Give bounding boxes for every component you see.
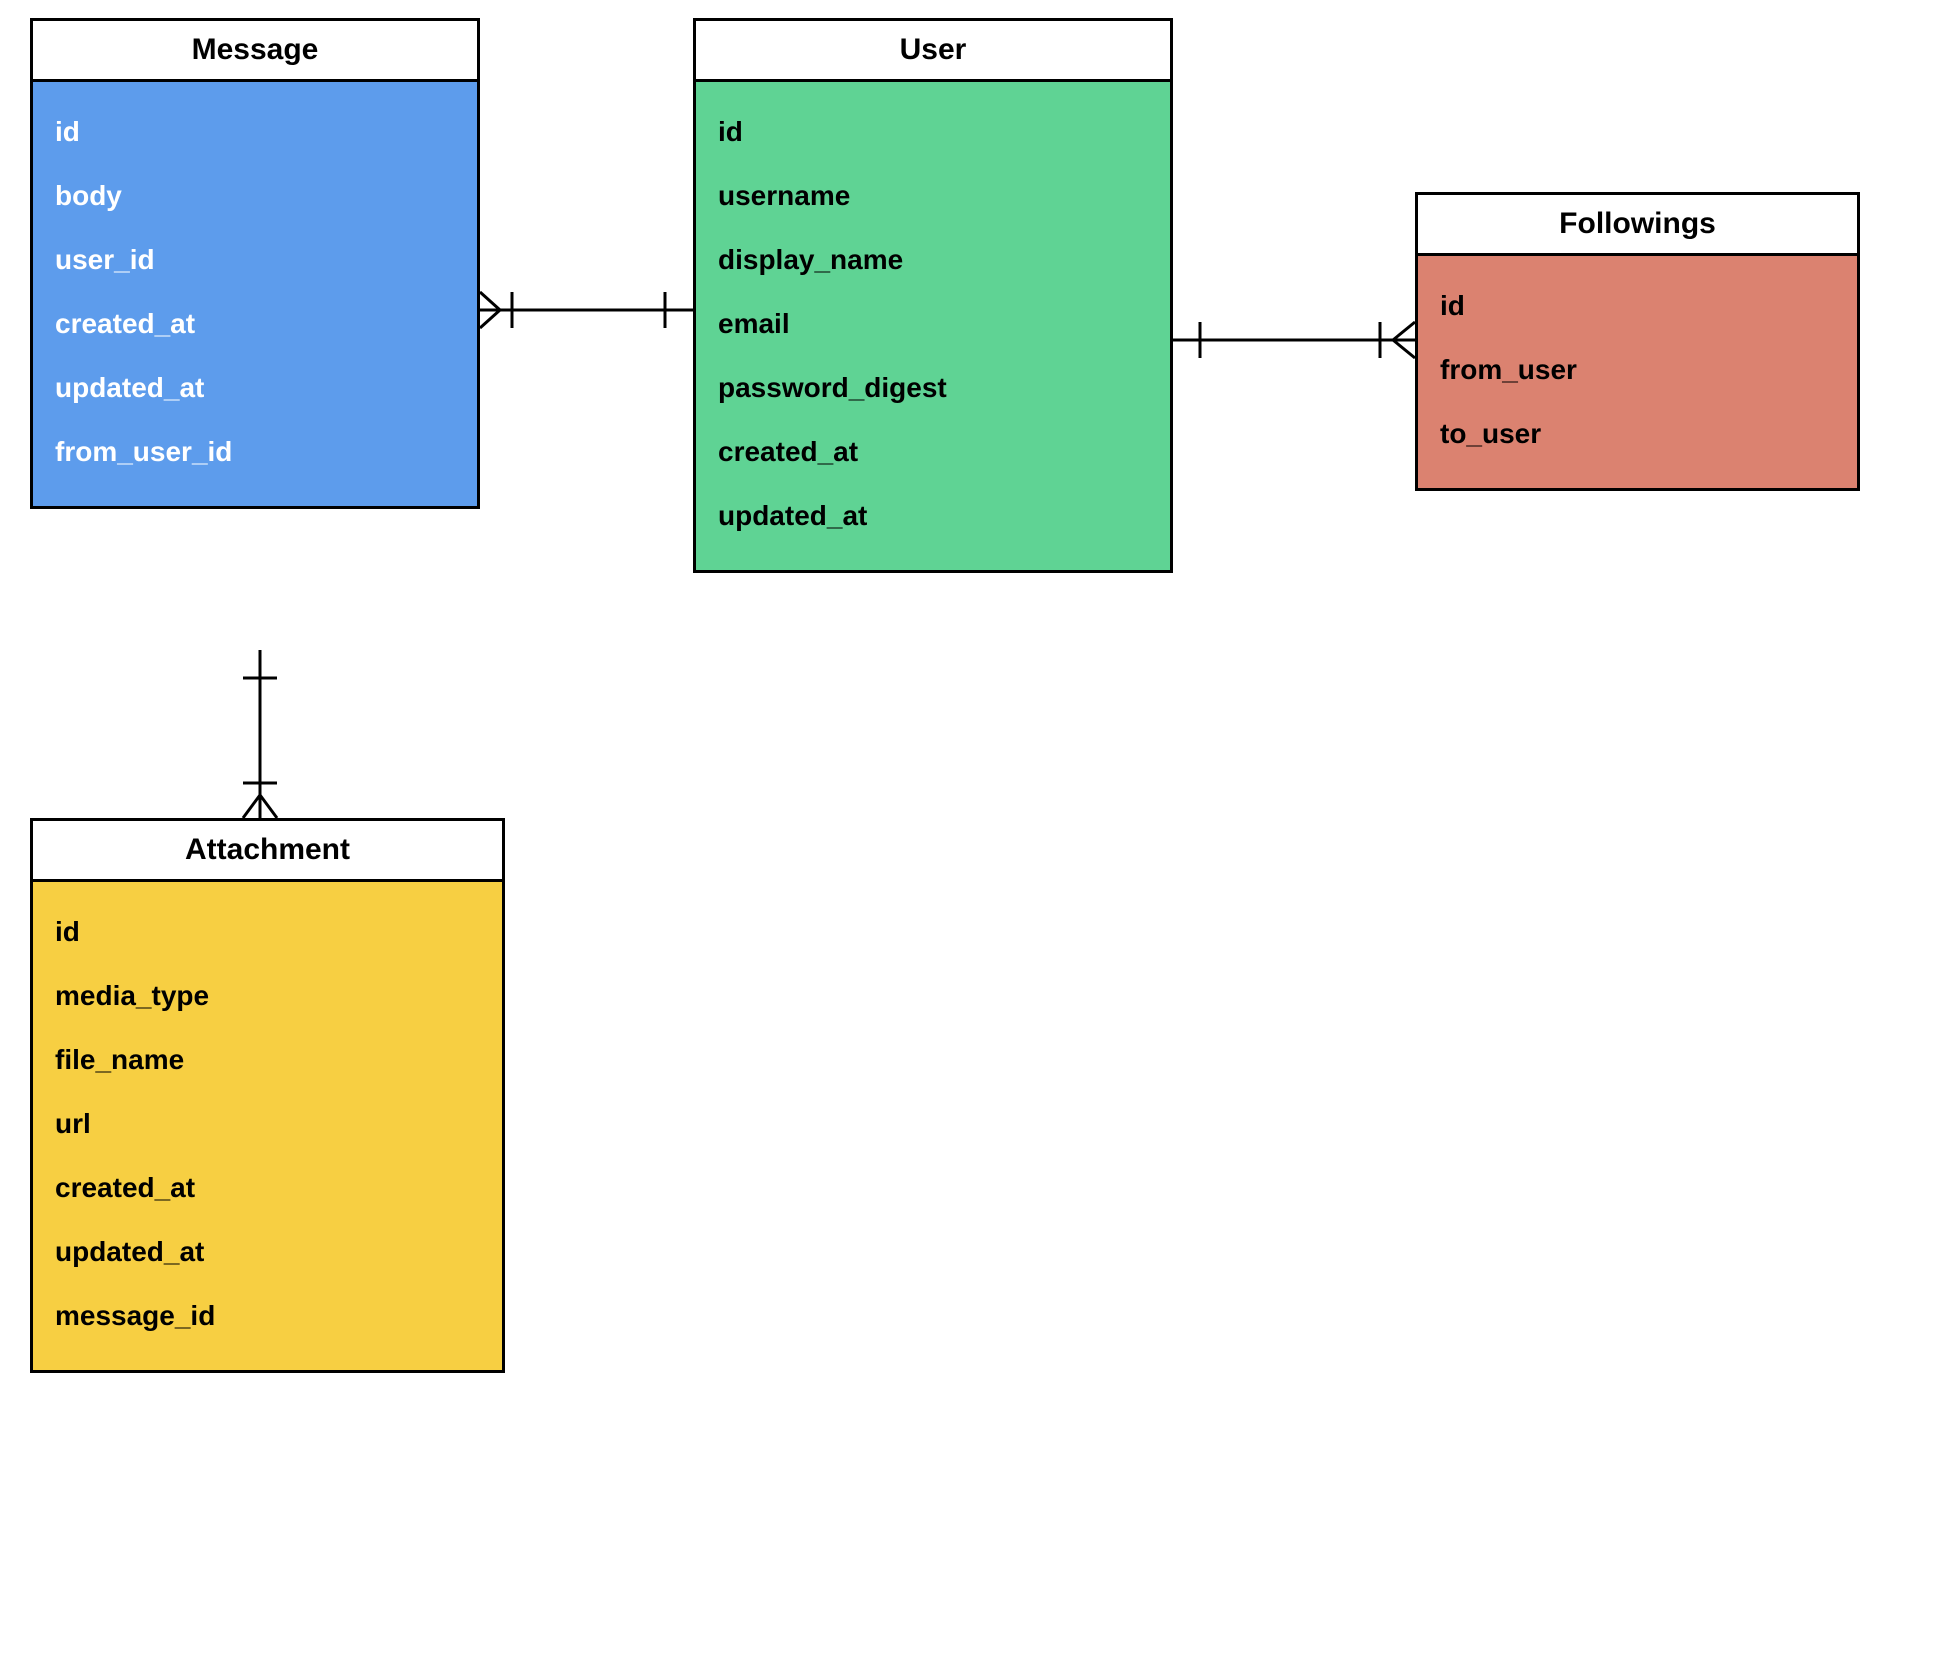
entity-field: from_user bbox=[1440, 338, 1835, 402]
entity-attachment: Attachmentidmedia_typefile_nameurlcreate… bbox=[30, 818, 505, 1373]
entity-field: id bbox=[718, 100, 1148, 164]
entity-field: message_id bbox=[55, 1284, 480, 1348]
entity-field: media_type bbox=[55, 964, 480, 1028]
rel-user-message bbox=[480, 292, 693, 328]
entity-field: to_user bbox=[1440, 402, 1835, 466]
entity-body-attachment: idmedia_typefile_nameurlcreated_atupdate… bbox=[33, 882, 502, 1370]
entity-field: from_user_id bbox=[55, 420, 455, 484]
entity-title-attachment: Attachment bbox=[33, 821, 502, 882]
entity-field: created_at bbox=[55, 1156, 480, 1220]
entity-user: Useridusernamedisplay_nameemailpassword_… bbox=[693, 18, 1173, 573]
entity-title-message: Message bbox=[33, 21, 477, 82]
entity-field: file_name bbox=[55, 1028, 480, 1092]
entity-field: id bbox=[55, 900, 480, 964]
entity-field: user_id bbox=[55, 228, 455, 292]
entity-title-user: User bbox=[696, 21, 1170, 82]
entity-field: created_at bbox=[55, 292, 455, 356]
entity-message: Messageidbodyuser_idcreated_atupdated_at… bbox=[30, 18, 480, 509]
entity-field: display_name bbox=[718, 228, 1148, 292]
entity-body-followings: idfrom_userto_user bbox=[1418, 256, 1857, 488]
rel-user-followings bbox=[1173, 322, 1415, 358]
entity-field: username bbox=[718, 164, 1148, 228]
entity-field: url bbox=[55, 1092, 480, 1156]
entity-field: updated_at bbox=[55, 1220, 480, 1284]
entity-field: id bbox=[55, 100, 455, 164]
entity-field: email bbox=[718, 292, 1148, 356]
entity-field: body bbox=[55, 164, 455, 228]
entity-body-user: idusernamedisplay_nameemailpassword_dige… bbox=[696, 82, 1170, 570]
entity-field: password_digest bbox=[718, 356, 1148, 420]
entity-field: updated_at bbox=[55, 356, 455, 420]
entity-field: created_at bbox=[718, 420, 1148, 484]
er-diagram-canvas: { "diagram": { "entities": [ { "id": "me… bbox=[0, 0, 1950, 1656]
entity-field: id bbox=[1440, 274, 1835, 338]
entity-field: updated_at bbox=[718, 484, 1148, 548]
entity-body-message: idbodyuser_idcreated_atupdated_atfrom_us… bbox=[33, 82, 477, 506]
entity-title-followings: Followings bbox=[1418, 195, 1857, 256]
entity-followings: Followingsidfrom_userto_user bbox=[1415, 192, 1860, 491]
rel-message-attachment bbox=[243, 650, 277, 818]
